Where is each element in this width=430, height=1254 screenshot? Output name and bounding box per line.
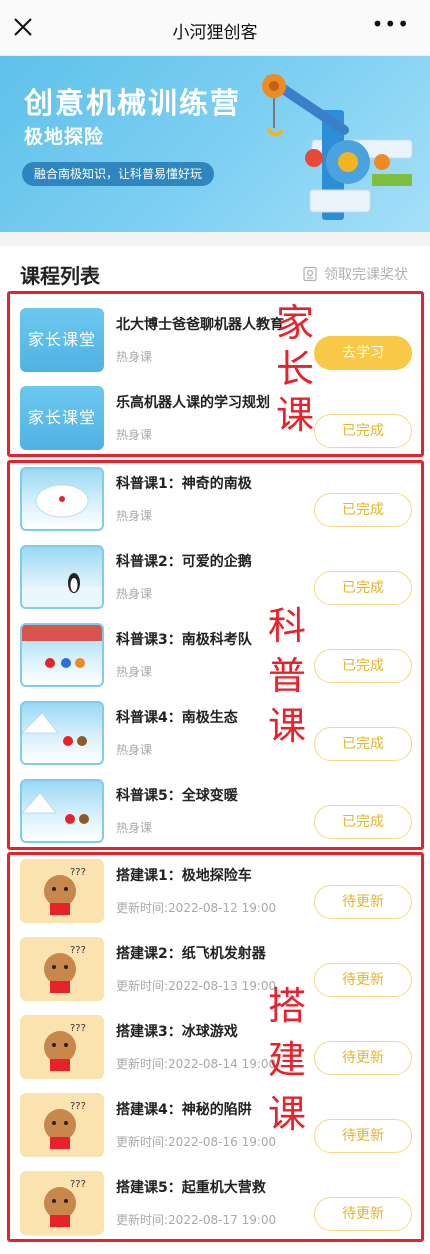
navigation-bar: 小河狸创客 •••	[0, 0, 430, 56]
list-item[interactable]: ??? 搭建课1：极地探险车 更新时间:2022-08-12 19:00 待更新	[20, 859, 412, 937]
lesson-title: 科普课1：神奇的南极	[116, 476, 252, 492]
beaver-mascot-thumbnail: ???	[20, 1015, 104, 1079]
lesson-title: 科普课4：南极生态	[116, 710, 238, 726]
pending-update-button[interactable]: 待更新	[314, 1197, 412, 1231]
completed-button[interactable]: 已完成	[314, 727, 412, 761]
lesson-title: 北大博士爸爸聊机器人教育	[116, 317, 284, 333]
antarctica-thumbnail	[20, 467, 104, 531]
banner-slogan: 融合南极知识，让科普易懂好玩	[22, 162, 215, 186]
certificate-icon	[303, 266, 317, 282]
annotation-char: 课	[275, 393, 314, 437]
claim-certificate-link[interactable]: 领取完课奖状	[302, 264, 408, 284]
pending-update-button[interactable]: 待更新	[314, 1119, 412, 1153]
annotation-char: 长	[275, 347, 314, 391]
research-team-thumbnail	[20, 623, 104, 687]
lesson-title: 乐高机器人课的学习规划	[116, 395, 270, 411]
list-item[interactable]: 家长课堂 北大博士爸爸聊机器人教育 热身课 去学习	[20, 308, 412, 386]
svg-text:???: ???	[70, 1023, 86, 1034]
update-time: 更新时间:2022-08-17 19:00	[116, 1213, 277, 1227]
list-item[interactable]: 科普课5：全球变暖 热身课 已完成	[20, 779, 412, 857]
svg-text:???: ???	[70, 1179, 86, 1190]
parent-class-thumbnail: 家长课堂	[20, 308, 104, 372]
more-menu-icon[interactable]: •••	[372, 12, 410, 36]
completed-button[interactable]: 已完成	[314, 571, 412, 605]
pending-update-button[interactable]: 待更新	[314, 885, 412, 919]
completed-button[interactable]: 已完成	[314, 649, 412, 683]
crane-model-illustration	[262, 74, 413, 220]
annotation-char: 建	[267, 1038, 306, 1082]
lesson-subtitle: 热身课	[116, 743, 153, 757]
list-item[interactable]: 家长课堂 乐高机器人课的学习规划 热身课 已完成	[20, 386, 412, 464]
svg-text:???: ???	[70, 945, 86, 956]
lesson-title: 科普课5：全球变暖	[116, 788, 238, 804]
parent-class-thumbnail: 家长课堂	[20, 386, 104, 450]
list-item[interactable]: 科普课1：神奇的南极 热身课 已完成	[20, 467, 412, 545]
banner-subtitle: 极地探险	[24, 126, 105, 148]
completed-button[interactable]: 已完成	[314, 493, 412, 527]
list-item[interactable]: 科普课2：可爱的企鹅 热身课 已完成	[20, 545, 412, 623]
lesson-subtitle: 热身课	[116, 587, 153, 601]
pending-update-button[interactable]: 待更新	[314, 1041, 412, 1075]
beaver-mascot-thumbnail: ???	[20, 1093, 104, 1157]
pending-update-button[interactable]: 待更新	[314, 963, 412, 997]
beaver-mascot-thumbnail: ???	[20, 1171, 104, 1235]
lesson-title: 搭建课3：冰球游戏	[116, 1024, 238, 1040]
parent-lessons-group: 家长课堂 北大博士爸爸聊机器人教育 热身课 去学习 家长课堂 乐高机器人课的学习…	[7, 291, 424, 457]
beaver-mascot-thumbnail: ???	[20, 937, 104, 1001]
build-lessons-group: ??? 搭建课1：极地探险车 更新时间:2022-08-12 19:00 待更新…	[7, 852, 424, 1242]
science-lessons-group: 科普课1：神奇的南极 热身课 已完成 科普课2：可爱的企鹅 热身课 已完成 科普…	[7, 460, 424, 850]
lesson-title: 搭建课2：纸飞机发射器	[116, 946, 266, 962]
beaver-mascot-thumbnail: ???	[20, 859, 104, 923]
annotation-char: 搭	[267, 984, 306, 1028]
course-banner: 创意机械训练营 极地探险 融合南极知识，让科普易懂好玩	[0, 56, 430, 232]
list-item[interactable]: ??? 搭建课3：冰球游戏 更新时间:2022-08-14 19:00 待更新	[20, 1015, 412, 1093]
section-divider	[0, 232, 430, 246]
update-time: 更新时间:2022-08-12 19:00	[116, 901, 277, 915]
list-item[interactable]: 科普课3：南极科考队 热身课 已完成	[20, 623, 412, 701]
lesson-subtitle: 热身课	[116, 428, 153, 442]
course-list-title: 课程列表	[20, 264, 100, 288]
list-item[interactable]: ??? 搭建课2：纸飞机发射器 更新时间:2022-08-13 19:00 待更…	[20, 937, 412, 1015]
update-time: 更新时间:2022-08-16 19:00	[116, 1135, 277, 1149]
start-learning-button[interactable]: 去学习	[314, 336, 412, 370]
svg-text:???: ???	[70, 1101, 86, 1112]
lesson-title: 科普课3：南极科考队	[116, 632, 252, 648]
annotation-char: 科	[267, 604, 306, 648]
annotation-char: 家	[275, 301, 314, 345]
course-list-header: 课程列表 领取完课奖状	[0, 246, 430, 290]
annotation-char: 普	[267, 654, 306, 698]
global-warming-thumbnail	[20, 779, 104, 843]
ecology-thumbnail	[20, 701, 104, 765]
annotation-char: 课	[267, 1092, 306, 1136]
completed-button[interactable]: 已完成	[314, 805, 412, 839]
lesson-subtitle: 热身课	[116, 350, 153, 364]
lesson-title: 科普课2：可爱的企鹅	[116, 554, 252, 570]
lesson-title: 搭建课4：神秘的陷阱	[116, 1102, 252, 1118]
lesson-subtitle: 热身课	[116, 509, 153, 523]
list-item[interactable]: ??? 搭建课4：神秘的陷阱 更新时间:2022-08-16 19:00 待更新	[20, 1093, 412, 1171]
penguin-thumbnail	[20, 545, 104, 609]
banner-title: 创意机械训练营	[24, 86, 242, 120]
lesson-title: 搭建课1：极地探险车	[116, 868, 252, 884]
lesson-subtitle: 热身课	[116, 665, 153, 679]
svg-text:???: ???	[70, 867, 86, 878]
lesson-title: 搭建课5：起重机大营救	[116, 1180, 266, 1196]
list-item[interactable]: 科普课4：南极生态 热身课 已完成	[20, 701, 412, 779]
completed-button[interactable]: 已完成	[314, 414, 412, 448]
update-time: 更新时间:2022-08-13 19:00	[116, 979, 277, 993]
update-time: 更新时间:2022-08-14 19:00	[116, 1057, 277, 1071]
annotation-char: 课	[267, 704, 306, 748]
page-title: 小河狸创客	[172, 23, 258, 43]
list-item[interactable]: ??? 搭建课5：起重机大营救 更新时间:2022-08-17 19:00 待更…	[20, 1171, 412, 1249]
lesson-subtitle: 热身课	[116, 821, 153, 835]
claim-certificate-label: 领取完课奖状	[324, 267, 408, 283]
